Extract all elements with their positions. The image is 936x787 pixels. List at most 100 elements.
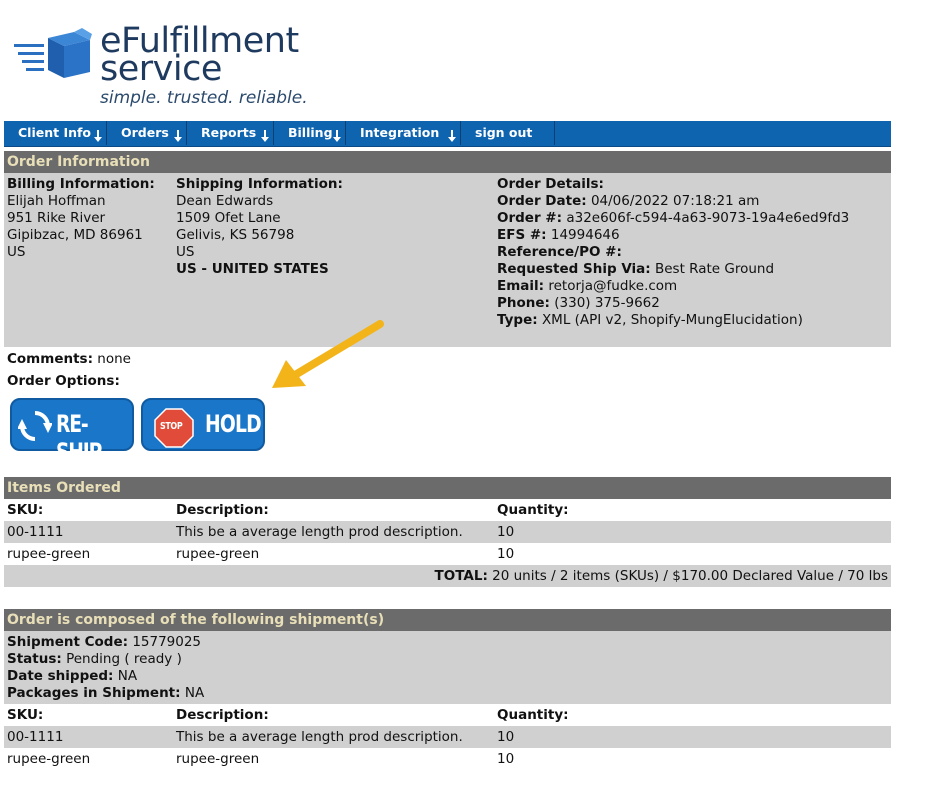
billing-name: Elijah Hoffman	[7, 193, 106, 209]
down-arrow-icon	[261, 130, 269, 142]
item-description: This be a average length prod descriptio…	[176, 524, 463, 540]
billing-street: 951 Rike River	[7, 210, 106, 226]
shipment-code-row: Shipment Code: 15779025	[7, 634, 201, 651]
billing-city: Gipibzac, MD 86961	[7, 227, 143, 243]
shipment-item-quantity: 10	[497, 729, 515, 745]
shipping-city: Gelivis, KS 56798	[176, 227, 295, 243]
efs-row: EFS #: 14994646	[497, 227, 620, 244]
order-date-label: Order Date:	[497, 193, 587, 209]
shipment-col-description: Description:	[176, 707, 269, 723]
down-arrow-icon	[333, 130, 341, 142]
stop-sign-text: STOP	[160, 421, 183, 432]
nav-label: Client Info	[18, 125, 92, 140]
efs-value: 14994646	[550, 227, 620, 243]
shipment-date-label: Date shipped:	[7, 668, 114, 684]
phone-row: Phone: (330) 375-9662	[497, 295, 660, 312]
main-nav: Client Info Orders Reports Billing Integ…	[4, 121, 891, 147]
shipment-item-description: This be a average length prod descriptio…	[176, 729, 463, 745]
comments-row: Comments: none	[7, 351, 131, 368]
phone-value: (330) 375-9662	[554, 295, 660, 311]
nav-sign-out[interactable]: sign out	[461, 121, 555, 145]
nav-billing[interactable]: Billing	[274, 121, 346, 145]
down-arrow-icon	[448, 130, 456, 142]
nav-integration[interactable]: Integration	[346, 121, 461, 145]
order-number-value: a32e606f-c594-4a63-9073-19a4e6ed9fd3	[566, 210, 850, 226]
shipment-date-value: NA	[117, 668, 138, 684]
shipping-street: 1509 Ofet Lane	[176, 210, 281, 226]
shipping-country: US	[176, 244, 195, 260]
shipment-item-quantity: 10	[497, 751, 515, 767]
items-col-sku: SKU:	[7, 502, 44, 518]
reference-row: Reference/PO #:	[497, 244, 622, 261]
refresh-icon	[18, 411, 52, 441]
shipment-item-description: rupee-green	[176, 751, 260, 767]
reship-label: RE-SHIP	[56, 410, 102, 466]
shipment-packages-value: NA	[184, 685, 205, 701]
item-quantity: 10	[497, 524, 515, 540]
shipping-name: Dean Edwards	[176, 193, 274, 209]
order-options-label: Order Options:	[7, 373, 120, 389]
nav-label: Billing	[288, 125, 333, 140]
items-ordered-header: Items Ordered	[4, 477, 891, 499]
efs-label: EFS #:	[497, 227, 547, 243]
shipment-code-value: 15779025	[132, 634, 202, 650]
shipment-status-row: Status: Pending ( ready )	[7, 651, 182, 668]
total-label: TOTAL:	[434, 568, 488, 584]
type-value: XML (API v2, Shopify-MungElucidation)	[541, 312, 803, 328]
type-row: Type: XML (API v2, Shopify-MungElucidati…	[497, 312, 803, 329]
items-col-description: Description:	[176, 502, 269, 518]
nav-label: Orders	[121, 125, 169, 140]
down-arrow-icon	[174, 130, 182, 142]
logo-box-icon	[14, 28, 92, 78]
shipment-packages-label: Packages in Shipment:	[7, 685, 181, 701]
item-sku: 00-1111	[7, 524, 64, 540]
order-info-header: Order Information	[4, 151, 891, 173]
shipments-header: Order is composed of the following shipm…	[4, 609, 891, 631]
nav-orders[interactable]: Orders	[107, 121, 187, 145]
hold-button[interactable]: STOP HOLD	[141, 398, 265, 451]
shipment-status-label: Status:	[7, 651, 62, 667]
shipment-item-sku: 00-1111	[7, 729, 64, 745]
comments-value: none	[97, 351, 131, 367]
logo-tagline: simple. trusted. reliable.	[100, 88, 308, 108]
reship-button[interactable]: RE-SHIP	[10, 398, 134, 466]
total-value: 20 units / 2 items (SKUs) / $170.00 Decl…	[492, 568, 888, 584]
item-description: rupee-green	[176, 546, 260, 562]
shipping-country-full: US - UNITED STATES	[176, 261, 329, 277]
billing-heading: Billing Information:	[7, 176, 155, 192]
shipment-col-sku: SKU:	[7, 707, 44, 723]
nav-label: Reports	[201, 125, 257, 140]
items-col-quantity: Quantity:	[497, 502, 569, 518]
shipment-date-row: Date shipped: NA	[7, 668, 137, 685]
ship-via-row: Requested Ship Via: Best Rate Ground	[497, 261, 774, 278]
order-date-value: 04/06/2022 07:18:21 am	[590, 193, 760, 209]
shipment-packages-row: Packages in Shipment: NA	[7, 685, 204, 702]
ship-via-label: Requested Ship Via:	[497, 261, 651, 277]
reference-label: Reference/PO #:	[497, 244, 622, 260]
order-number-label: Order #:	[497, 210, 563, 226]
billing-country: US	[7, 244, 26, 260]
order-number-row: Order #: a32e606f-c594-4a63-9073-19a4e6e…	[497, 210, 849, 227]
nav-client-info[interactable]: Client Info	[4, 121, 107, 145]
item-sku: rupee-green	[7, 546, 91, 562]
details-heading: Order Details:	[497, 176, 604, 192]
type-label: Type:	[497, 312, 538, 328]
order-date-row: Order Date: 04/06/2022 07:18:21 am	[497, 193, 759, 210]
nav-label: sign out	[475, 125, 533, 140]
down-arrow-icon	[94, 130, 102, 142]
items-total: TOTAL: 20 units / 2 items (SKUs) / $170.…	[435, 568, 888, 585]
nav-reports[interactable]: Reports	[187, 121, 274, 145]
phone-label: Phone:	[497, 295, 550, 311]
nav-label: Integration	[360, 125, 440, 140]
shipment-col-quantity: Quantity:	[497, 707, 569, 723]
shipment-code-label: Shipment Code:	[7, 634, 129, 650]
hold-label: HOLD	[205, 410, 262, 438]
shipment-status-value: Pending ( ready )	[66, 651, 182, 667]
item-quantity: 10	[497, 546, 515, 562]
annotation-arrow-icon	[272, 320, 384, 388]
logo-wordmark-line2: service	[100, 49, 222, 89]
shipment-item-sku: rupee-green	[7, 751, 91, 767]
email-row: Email: retorja@fudke.com	[497, 278, 677, 295]
email-value: retorja@fudke.com	[548, 278, 678, 294]
ship-via-value: Best Rate Ground	[654, 261, 775, 277]
